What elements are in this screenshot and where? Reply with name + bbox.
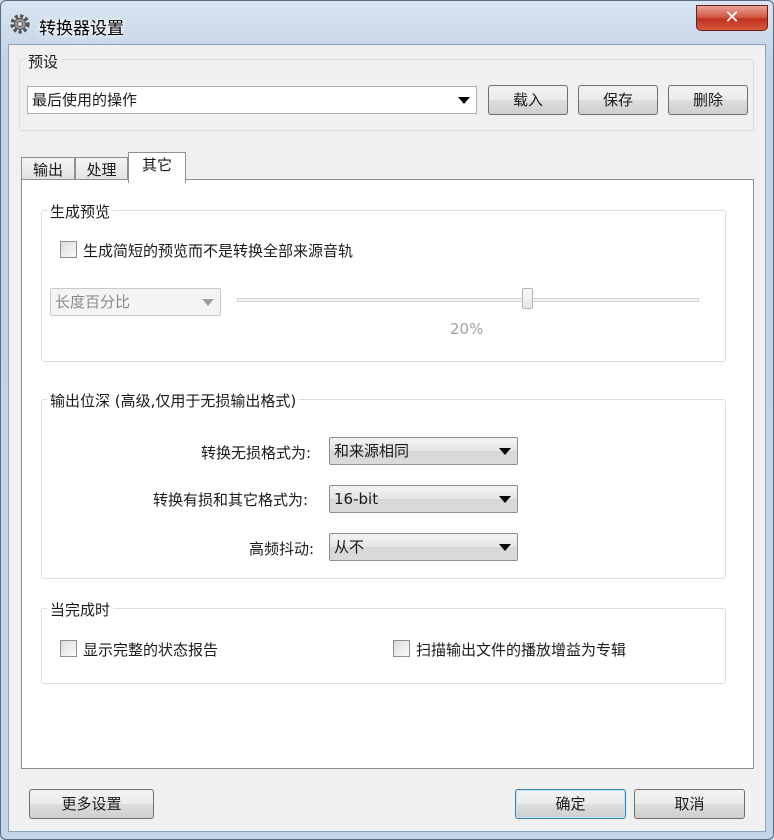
tab-processing-label: 处理 [86, 161, 117, 179]
lossy-format-select[interactable]: 16-bit [329, 485, 518, 513]
cancel-button[interactable]: 取消 [634, 789, 745, 819]
delete-button-label: 删除 [692, 91, 723, 109]
more-settings-button[interactable]: 更多设置 [29, 789, 154, 819]
preview-group-label: 生成预览 [47, 201, 114, 222]
preview-mode-value: 长度百分比 [55, 293, 131, 311]
load-button[interactable]: 载入 [488, 85, 568, 115]
preview-length-slider-thumb[interactable] [522, 288, 533, 309]
status-report-checkbox[interactable] [60, 640, 77, 657]
preview-length-slider-track[interactable] [237, 298, 699, 302]
chevron-down-icon [202, 299, 214, 306]
lossy-format-value: 16-bit [334, 490, 379, 508]
preset-select-value: 最后使用的操作 [32, 91, 138, 109]
dither-value: 从不 [334, 538, 365, 556]
lossless-format-value: 和来源相同 [334, 442, 410, 460]
preview-group [41, 210, 726, 362]
chevron-down-icon [458, 97, 470, 104]
window-title: 转换器设置 [39, 19, 124, 39]
dither-select[interactable]: 从不 [329, 533, 518, 561]
chevron-down-icon [499, 544, 511, 551]
dither-label: 高频抖动: [249, 540, 315, 558]
load-button-label: 载入 [512, 91, 543, 109]
save-button[interactable]: 保存 [578, 85, 658, 115]
delete-button[interactable]: 删除 [668, 85, 748, 115]
preview-checkbox-label[interactable]: 生成简短的预览而不是转换全部来源音轨 [83, 240, 353, 261]
preview-checkbox[interactable] [60, 241, 77, 258]
bitdepth-group-label: 输出位深 (高级,仅用于无损输出格式) [47, 390, 300, 411]
status-report-label[interactable]: 显示完整的状态报告 [83, 639, 218, 660]
cancel-button-label: 取消 [674, 795, 705, 813]
ok-button[interactable]: 确定 [515, 789, 626, 819]
slider-value-text: 20% [450, 320, 484, 338]
lossless-format-select[interactable]: 和来源相同 [329, 437, 518, 465]
chevron-down-icon [499, 448, 511, 455]
tab-other-label: 其它 [141, 156, 172, 174]
dialog-client-area: 预设 最后使用的操作 载入 保存 删除 输出 处理 其它 生成预览 生成简短的预… [8, 44, 766, 832]
gear-icon [10, 14, 30, 34]
close-icon: ✕ [724, 7, 740, 28]
ok-button-label: 确定 [555, 795, 586, 813]
more-settings-label: 更多设置 [61, 795, 122, 813]
tab-other[interactable]: 其它 [128, 152, 186, 183]
chevron-down-icon [499, 496, 511, 503]
preview-mode-select[interactable]: 长度百分比 [50, 288, 221, 316]
lossless-label: 转换无损格式为: [201, 444, 312, 462]
preset-select[interactable]: 最后使用的操作 [27, 86, 477, 114]
title-bar[interactable]: 转换器设置 ✕ [1, 1, 773, 45]
lossy-label: 转换有损和其它格式为: [153, 491, 309, 509]
close-button[interactable]: ✕ [696, 5, 768, 31]
replaygain-checkbox[interactable] [393, 640, 410, 657]
on-complete-group-label: 当完成时 [47, 599, 114, 620]
save-button-label: 保存 [602, 91, 633, 109]
replaygain-label[interactable]: 扫描输出文件的播放增益为专辑 [416, 639, 626, 660]
tab-output-label: 输出 [32, 161, 63, 179]
preset-group-label: 预设 [25, 51, 62, 72]
